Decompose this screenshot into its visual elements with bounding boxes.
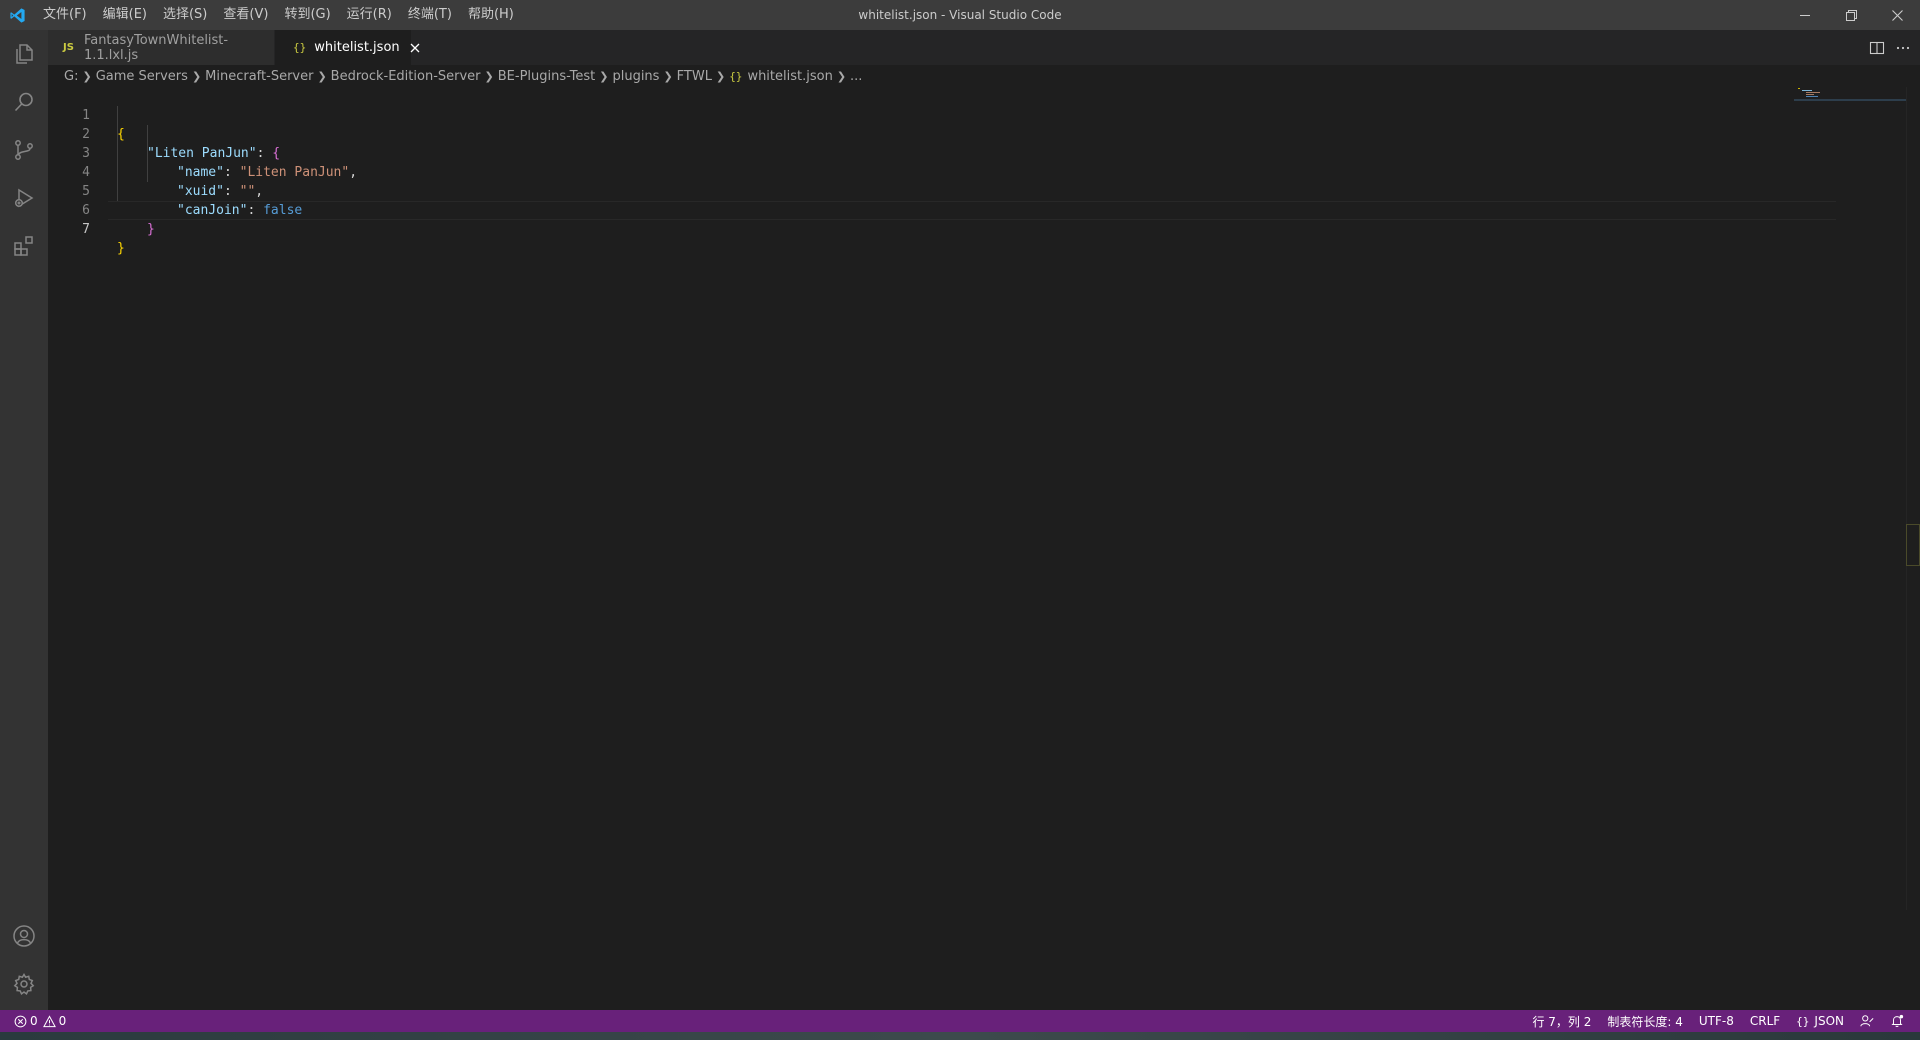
breadcrumb-be-plugins-test[interactable]: BE-Plugins-Test — [498, 69, 596, 84]
indentation-setting[interactable]: 制表符长度: 4 — [1599, 1013, 1691, 1030]
tab-whitelist-json[interactable]: {} whitelist.json — [275, 30, 420, 65]
tab-label: whitelist.json — [314, 40, 400, 55]
javascript-file-icon: JS — [63, 42, 74, 53]
code-token: } — [117, 241, 125, 256]
code-line: 3 "name": "Liten PanJun", — [48, 125, 1778, 180]
tab-fantasytownwhitelist-js[interactable]: JS FantasyTownWhitelist-1.1.lxl.js — [48, 30, 274, 65]
menu-bar: 文件(F) 编辑(E) 选择(S) 查看(V) 转到(G) 运行(R) 终端(T… — [35, 0, 522, 30]
minimize-button[interactable] — [1782, 0, 1828, 30]
breadcrumb-game-servers[interactable]: Game Servers — [96, 69, 188, 84]
error-count: 0 — [30, 1014, 38, 1028]
breadcrumb-bedrock-edition-server[interactable]: Bedrock-Edition-Server — [331, 69, 481, 84]
source-control-icon[interactable] — [0, 126, 48, 174]
json-file-icon: {} — [293, 41, 307, 54]
vscode-logo-icon[interactable] — [0, 0, 35, 30]
explorer-icon[interactable] — [0, 30, 48, 78]
chevron-right-icon: ❯ — [715, 69, 726, 83]
menu-view[interactable]: 查看(V) — [215, 0, 276, 30]
vertical-scrollbar[interactable] — [1906, 87, 1920, 910]
menu-file[interactable]: 文件(F) — [35, 0, 95, 30]
minimap[interactable] — [1794, 87, 1906, 101]
chevron-right-icon: ❯ — [191, 69, 202, 83]
json-file-icon: {} — [729, 69, 743, 83]
menu-go[interactable]: 转到(G) — [276, 0, 338, 30]
chevron-right-icon: ❯ — [599, 69, 609, 83]
chevron-right-icon: ❯ — [317, 69, 327, 83]
warning-icon — [42, 1014, 56, 1027]
problems-indicator[interactable]: 0 0 — [14, 1014, 74, 1028]
status-bar: 0 0 行 7，列 2 制表符长度: 4 UTF-8 CRLF {} JSON — [0, 1010, 1920, 1032]
restore-button[interactable] — [1828, 0, 1874, 30]
language-label: JSON — [1814, 1014, 1844, 1028]
title-bar: 文件(F) 编辑(E) 选择(S) 查看(V) 转到(G) 运行(R) 终端(T… — [0, 0, 1920, 30]
json-language-icon: {} — [1796, 1014, 1810, 1028]
breadcrumb-symbols[interactable]: ... — [850, 69, 862, 84]
split-editor-icon[interactable] — [1864, 35, 1890, 61]
warning-count: 0 — [58, 1014, 67, 1028]
line-number: 7 — [82, 222, 90, 237]
search-icon[interactable] — [0, 78, 48, 126]
activity-bar — [0, 30, 48, 1010]
code-line: 4 "xuid": "", — [48, 144, 1778, 199]
close-window-button[interactable] — [1874, 0, 1920, 30]
menu-help[interactable]: 帮助(H) — [460, 0, 522, 30]
chevron-right-icon: ❯ — [484, 69, 494, 83]
extensions-icon[interactable] — [0, 222, 48, 270]
breadcrumb-file[interactable]: whitelist.json — [747, 69, 832, 84]
tab-bar: JS FantasyTownWhitelist-1.1.lxl.js {} wh… — [48, 30, 1920, 65]
chevron-right-icon: ❯ — [663, 69, 673, 83]
breadcrumb-ftwl[interactable]: FTWL — [677, 69, 712, 84]
editor-actions — [1864, 30, 1920, 65]
scrollbar-cursor-marker — [1906, 524, 1920, 566]
account-icon[interactable] — [0, 912, 48, 960]
code-token: } — [147, 222, 155, 237]
menu-run[interactable]: 运行(R) — [339, 0, 400, 30]
notifications-bell-icon[interactable] — [1882, 1014, 1912, 1028]
breadcrumb-plugins[interactable]: plugins — [612, 69, 659, 84]
error-icon — [14, 1015, 27, 1027]
run-debug-icon[interactable] — [0, 174, 48, 222]
breadcrumb-drive[interactable]: G: — [64, 69, 78, 84]
chevron-right-icon: ❯ — [836, 69, 847, 83]
menu-terminal[interactable]: 终端(T) — [400, 0, 460, 30]
window-controls — [1782, 0, 1920, 30]
more-actions-icon[interactable] — [1890, 35, 1916, 61]
tab-label: FantasyTownWhitelist-1.1.lxl.js — [83, 32, 229, 63]
code-line: 5 "canJoin": false — [48, 163, 1778, 218]
cursor-position[interactable]: 行 7，列 2 — [1524, 1013, 1599, 1030]
code-editor[interactable]: 1 { 2 "Liten PanJun": { 3 "name": "Liten… — [48, 87, 1898, 1010]
code-line: 7 } — [48, 201, 1778, 256]
code-line: 1 { — [48, 87, 1778, 142]
settings-gear-icon[interactable] — [0, 960, 48, 1008]
encoding-selector[interactable]: UTF-8 — [1691, 1014, 1742, 1028]
desktop-background-strip — [0, 1032, 1920, 1040]
breadcrumb: G: ❯ Game Servers ❯ Minecraft-Server ❯ B… — [48, 65, 1898, 87]
breadcrumb-minecraft-server[interactable]: Minecraft-Server — [205, 69, 313, 84]
language-mode-selector[interactable]: {} JSON — [1788, 1014, 1852, 1028]
menu-selection[interactable]: 选择(S) — [155, 0, 215, 30]
eol-selector[interactable]: CRLF — [1742, 1014, 1788, 1028]
close-tab-icon[interactable] — [410, 40, 420, 56]
feedback-icon[interactable] — [1852, 1014, 1882, 1028]
chevron-right-icon: ❯ — [82, 69, 92, 83]
code-line: 6 } — [48, 182, 1778, 237]
menu-edit[interactable]: 编辑(E) — [95, 0, 155, 30]
code-line: 2 "Liten PanJun": { — [48, 106, 1778, 161]
